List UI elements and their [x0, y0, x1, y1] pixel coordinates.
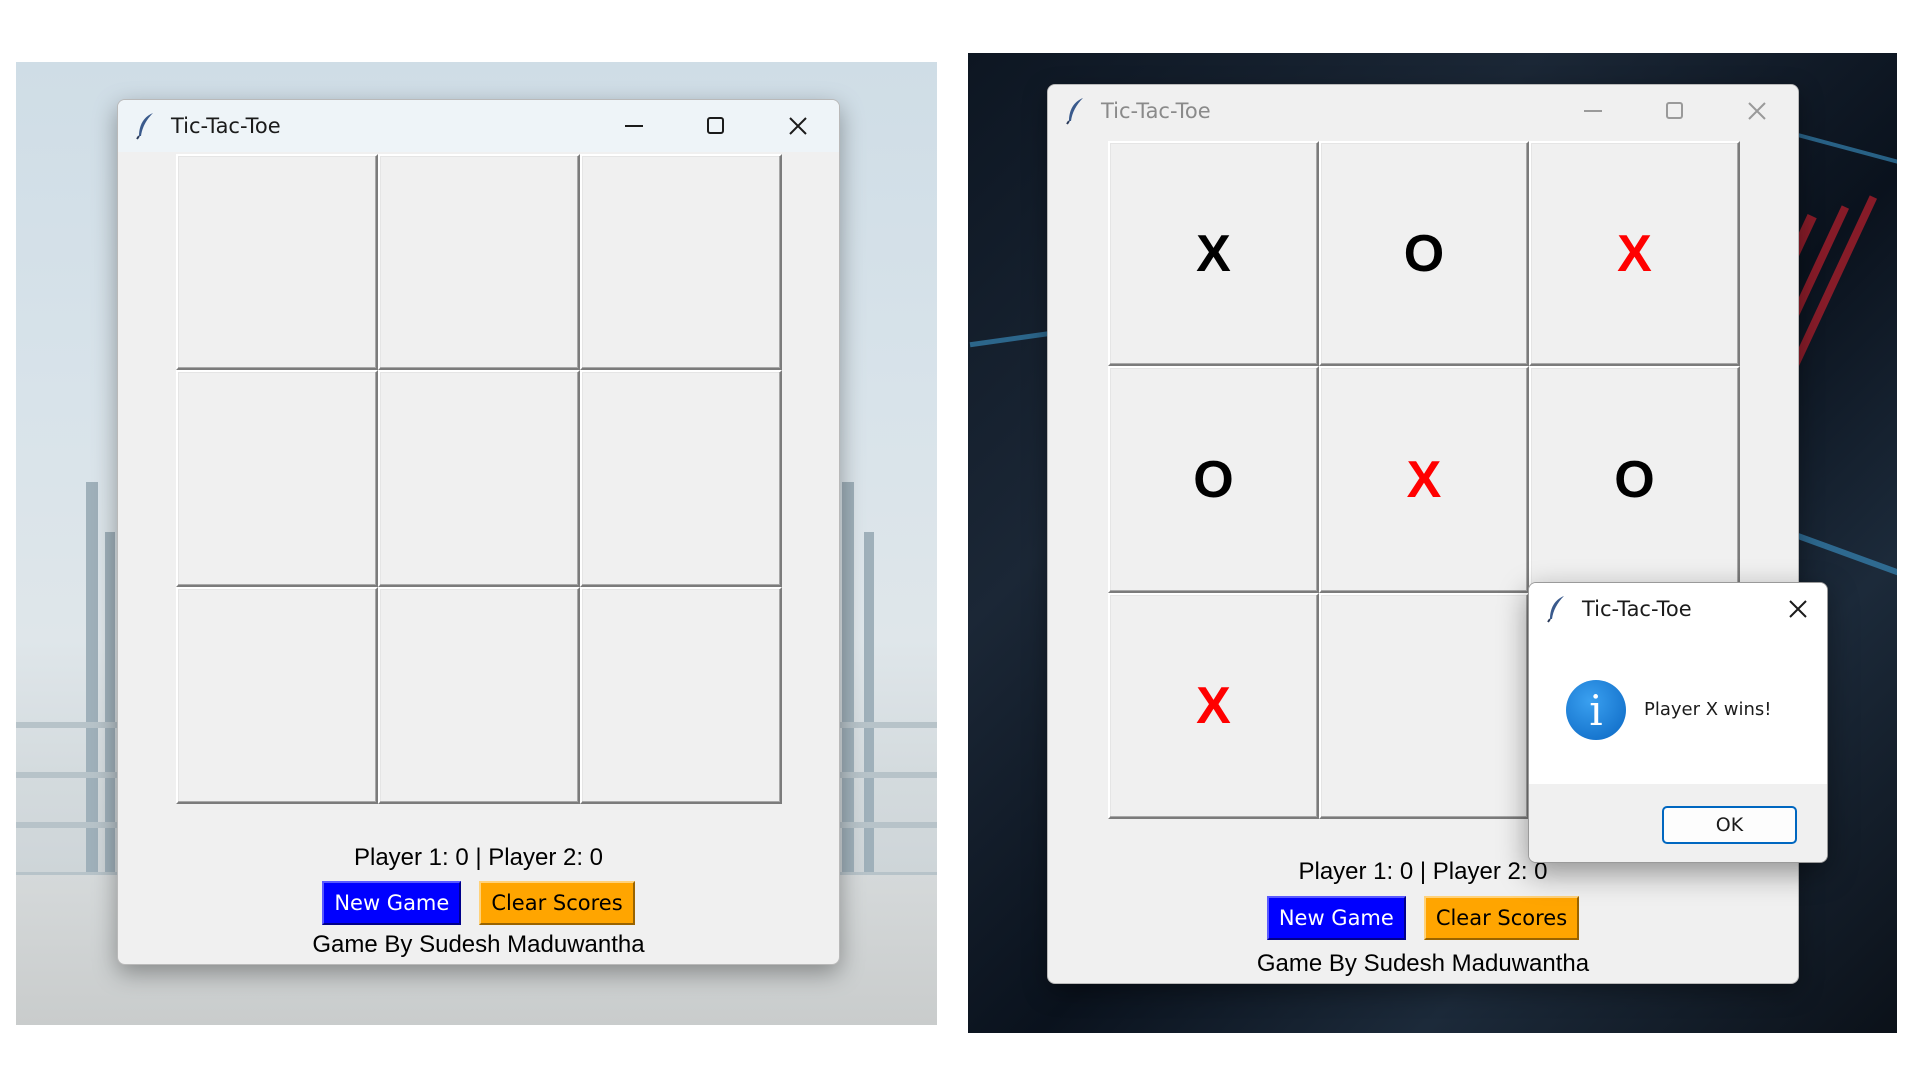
- clear-scores-button[interactable]: Clear Scores: [479, 881, 635, 925]
- window-title: Tic-Tac-Toe: [1101, 99, 1211, 123]
- close-button[interactable]: [1716, 85, 1798, 137]
- board-cell[interactable]: [378, 587, 580, 804]
- feather-icon: [1547, 596, 1564, 623]
- credit-label: Game By Sudesh Maduwantha: [312, 931, 645, 958]
- title-bar[interactable]: Tic-Tac-Toe: [118, 100, 839, 152]
- maximize-button[interactable]: [1634, 85, 1716, 137]
- score-label: Player 1: 0 | Player 2: 0: [353, 844, 604, 871]
- title-bar[interactable]: Tic-Tac-Toe: [1048, 85, 1798, 137]
- dialog-title: Tic-Tac-Toe: [1582, 597, 1692, 621]
- win-message-dialog: Tic-Tac-Toe i Player X wins! OK: [1528, 582, 1828, 863]
- feather-icon: [1066, 98, 1083, 125]
- new-game-button[interactable]: New Game: [322, 881, 462, 925]
- board-cell[interactable]: [176, 587, 378, 804]
- close-icon: [1789, 600, 1807, 618]
- window-title: Tic-Tac-Toe: [171, 114, 281, 138]
- board-cell[interactable]: [378, 370, 580, 587]
- dialog-footer: OK: [1529, 784, 1827, 862]
- info-icon: i: [1566, 680, 1626, 740]
- board-cell[interactable]: O: [1319, 141, 1529, 366]
- maximize-icon: [707, 117, 724, 134]
- maximize-button[interactable]: [675, 100, 757, 152]
- game-window-empty: Tic-Tac-Toe Player 1: 0 | Player 2: 0 Ne…: [117, 99, 840, 965]
- board-cell[interactable]: X: [1108, 593, 1319, 819]
- board-cell[interactable]: [176, 370, 378, 587]
- board-cell[interactable]: [580, 370, 782, 587]
- minimize-button[interactable]: [1552, 85, 1634, 137]
- board-cell[interactable]: [580, 154, 782, 370]
- board-cell[interactable]: [176, 154, 378, 370]
- dialog-message: Player X wins!: [1644, 699, 1772, 720]
- new-game-button[interactable]: New Game: [1266, 896, 1406, 940]
- board-cell[interactable]: O: [1108, 366, 1319, 593]
- board-cell[interactable]: X: [1108, 141, 1319, 366]
- board-cell[interactable]: [378, 154, 580, 370]
- board-cell[interactable]: [580, 587, 782, 804]
- maximize-icon: [1666, 102, 1683, 119]
- board: [176, 154, 782, 804]
- board-cell[interactable]: X: [1529, 141, 1740, 366]
- clear-scores-button[interactable]: Clear Scores: [1423, 896, 1580, 940]
- credit-label: Game By Sudesh Maduwantha: [1256, 950, 1590, 977]
- feather-icon: [136, 113, 153, 140]
- minimize-button[interactable]: [593, 100, 675, 152]
- info-glyph: i: [1589, 685, 1603, 735]
- ok-button[interactable]: OK: [1662, 806, 1797, 844]
- board-cell[interactable]: X: [1319, 366, 1529, 593]
- board-cell[interactable]: [1319, 593, 1529, 819]
- dialog-close-button[interactable]: [1769, 583, 1827, 635]
- close-icon: [789, 117, 807, 135]
- close-icon: [1748, 102, 1766, 120]
- board-cell[interactable]: O: [1529, 366, 1740, 593]
- minimize-icon: [1584, 110, 1602, 112]
- close-button[interactable]: [757, 100, 839, 152]
- dialog-title-bar[interactable]: Tic-Tac-Toe: [1529, 583, 1827, 635]
- minimize-icon: [625, 125, 643, 127]
